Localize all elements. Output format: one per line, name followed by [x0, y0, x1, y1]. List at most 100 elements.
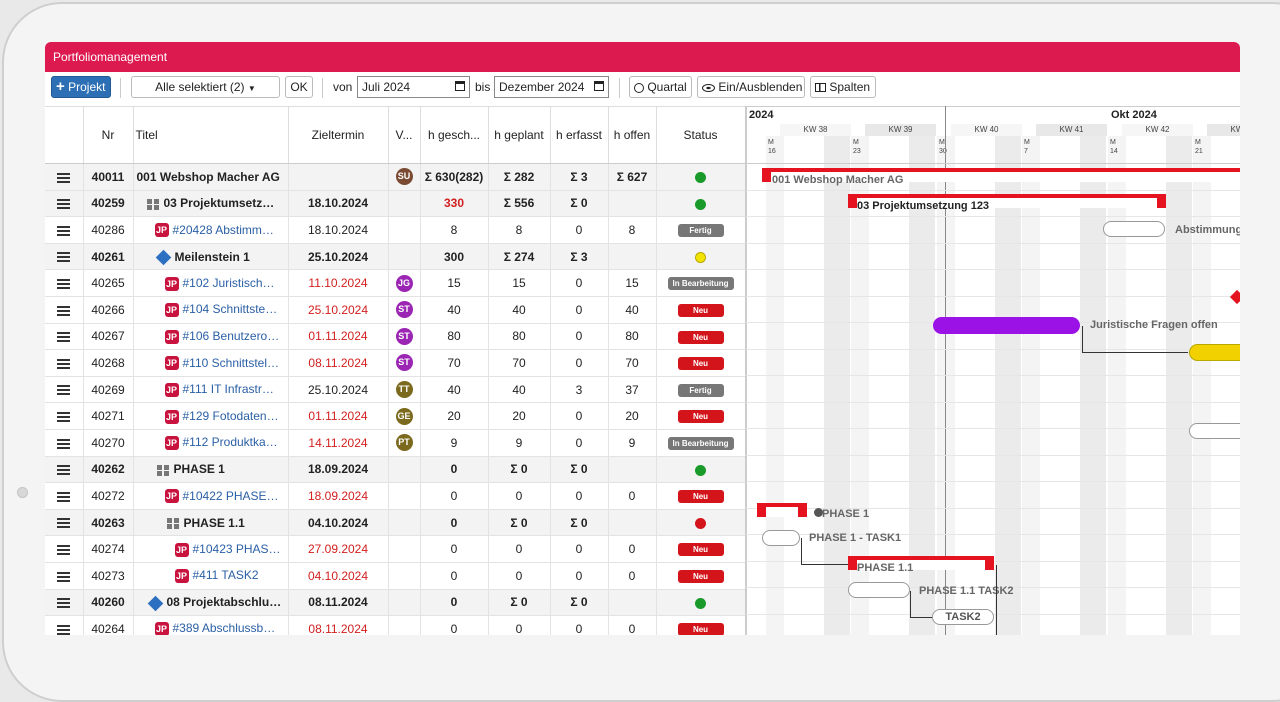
row-title-text[interactable]: #110 Schnittstel…	[183, 356, 280, 370]
row-title-text[interactable]: #102 Juristisch…	[183, 276, 275, 290]
drag-handle-icon[interactable]	[57, 571, 71, 582]
row-title[interactable]: JP #102 Juristisch…	[133, 269, 289, 297]
row-title-text[interactable]: #10423 PHAS…	[193, 542, 281, 556]
drag-handle-icon[interactable]	[57, 385, 71, 396]
row-handle[interactable]	[45, 349, 84, 377]
avatar[interactable]: ST	[395, 301, 413, 319]
col-nr[interactable]: Nr	[83, 106, 134, 164]
row-handle[interactable]	[45, 269, 84, 297]
drag-handle-icon[interactable]	[57, 305, 71, 316]
row-handle[interactable]	[45, 323, 84, 351]
drag-handle-icon[interactable]	[57, 518, 71, 529]
drag-handle-icon[interactable]	[57, 332, 71, 343]
col-due-date[interactable]: Zieltermin	[288, 106, 389, 164]
row-title[interactable]: PHASE 1.1	[133, 509, 289, 537]
row-handle[interactable]	[45, 509, 84, 537]
row-title[interactable]: PHASE 1	[133, 456, 289, 484]
table-row[interactable]: 40261 Meilenstein 1 25.10.2024 300 Σ 274 Σ 3	[45, 243, 745, 271]
table-row[interactable]: 40263 PHASE 1.1 04.10.2024 0 Σ 0Σ 0	[45, 509, 745, 537]
row-handle[interactable]	[45, 190, 84, 218]
row-handle[interactable]	[45, 216, 84, 244]
row-handle[interactable]	[45, 562, 84, 590]
row-title[interactable]: 03 Projektumsetz…	[133, 190, 289, 218]
task-bar-yellow[interactable]	[1189, 344, 1240, 361]
row-handle[interactable]	[45, 243, 84, 271]
row-title-text[interactable]: 03 Projektumsetz…	[164, 196, 275, 210]
table-row[interactable]: 40011 001 Webshop Macher AG SU Σ 630(282) Σ …	[45, 163, 745, 191]
row-handle[interactable]	[45, 615, 84, 635]
row-title-text[interactable]: PHASE 1	[174, 462, 225, 476]
row-title-text[interactable]: #20428 Abstimm…	[173, 223, 274, 237]
col-status[interactable]: Status	[656, 106, 745, 164]
task-bar[interactable]: TASK2	[932, 609, 994, 625]
row-title-text[interactable]: 001 Webshop Macher AG	[137, 170, 280, 184]
row-title-text[interactable]: #104 Schnittste…	[183, 302, 278, 316]
table-row[interactable]: 40272 JP #10422 PHASE… 18.09.2024 0 0 0 0 Neu	[45, 482, 745, 510]
drag-handle-icon[interactable]	[57, 598, 71, 609]
row-title-text[interactable]: #411 TASK2	[193, 568, 259, 582]
row-title[interactable]: Meilenstein 1	[133, 243, 289, 271]
row-handle[interactable]	[45, 456, 84, 484]
row-title-text[interactable]: Meilenstein 1	[175, 250, 250, 264]
avatar[interactable]: GE	[395, 407, 413, 425]
row-title[interactable]: 08 Projektabschlu…	[133, 589, 289, 617]
drag-handle-icon[interactable]	[57, 199, 71, 210]
row-title-text[interactable]: #112 Produktka…	[183, 435, 278, 449]
avatar[interactable]: PT	[395, 434, 413, 452]
drag-handle-icon[interactable]	[57, 358, 71, 369]
row-title[interactable]: JP #411 TASK2	[133, 562, 289, 590]
drag-handle-icon[interactable]	[57, 624, 71, 635]
row-title[interactable]: JP #389 Abschlussb…	[133, 615, 289, 635]
row-handle[interactable]	[45, 402, 84, 430]
table-row[interactable]: 40264 JP #389 Abschlussb… 08.11.2024 0 0 0 0 Neu	[45, 615, 745, 635]
table-row[interactable]: 40268 JP #110 Schnittstel… 08.11.2024 ST 70 70…	[45, 349, 745, 377]
row-title-text[interactable]: PHASE 1.1	[184, 516, 245, 530]
table-row[interactable]: 40262 PHASE 1 18.09.2024 0 Σ 0Σ 0	[45, 456, 745, 484]
table-row[interactable]: 40271 JP #129 Fotodaten… 01.11.2024 GE 20 20 0 2…	[45, 402, 745, 430]
row-title-text[interactable]: #106 Benutzero…	[183, 329, 280, 343]
row-title[interactable]: JP #10423 PHAS…	[133, 535, 289, 563]
row-title-text[interactable]: 08 Projektabschlu…	[167, 595, 282, 609]
table-row[interactable]: 40260 08 Projektabschlu… 08.11.2024 0 Σ 0Σ 0	[45, 589, 745, 617]
row-title-text[interactable]: #129 Fotodaten…	[183, 409, 279, 423]
task-bar[interactable]	[762, 530, 800, 546]
row-handle[interactable]	[45, 482, 84, 510]
task-bar-purple[interactable]	[933, 317, 1080, 334]
col-title[interactable]: Titel	[133, 106, 289, 164]
row-title[interactable]: JP #10422 PHASE…	[133, 482, 289, 510]
col-hours-open[interactable]: h offen	[608, 106, 657, 164]
row-title[interactable]: 001 Webshop Macher AG	[133, 163, 289, 191]
row-title[interactable]: JP #111 IT Infrastr…	[133, 376, 289, 404]
row-handle[interactable]	[45, 429, 84, 457]
row-title[interactable]: JP #104 Schnittste…	[133, 296, 289, 324]
row-handle[interactable]	[45, 296, 84, 324]
task-bar[interactable]	[848, 582, 910, 598]
table-row[interactable]: 40269 JP #111 IT Infrastr… 25.10.2024 TT 40 40…	[45, 376, 745, 404]
drag-handle-icon[interactable]	[57, 465, 71, 476]
drag-handle-icon[interactable]	[57, 279, 71, 289]
col-hours-logged[interactable]: h erfasst	[550, 106, 609, 164]
avatar[interactable]: ST	[395, 327, 413, 345]
drag-handle-icon[interactable]	[57, 252, 71, 263]
drag-handle-icon[interactable]	[57, 438, 71, 449]
selection-dropdown[interactable]: Alle selektiert (2) ▼	[131, 76, 280, 98]
row-title[interactable]: JP #112 Produktka…	[133, 429, 289, 457]
phase-bar[interactable]	[757, 503, 807, 517]
task-bar[interactable]	[1189, 423, 1240, 439]
drag-handle-icon[interactable]	[57, 172, 71, 183]
avatar[interactable]: ST	[395, 354, 413, 372]
row-handle[interactable]	[45, 535, 84, 563]
drag-handle-icon[interactable]	[57, 491, 71, 502]
drag-handle-icon[interactable]	[57, 544, 71, 555]
table-row[interactable]: 40286 JP #20428 Abstimm… 18.10.2024 8 8 0 8 Fert…	[45, 216, 745, 244]
calendar-icon[interactable]	[455, 81, 465, 91]
avatar[interactable]: JG	[395, 274, 413, 292]
row-handle[interactable]	[45, 376, 84, 404]
row-title[interactable]: JP #20428 Abstimm…	[133, 216, 289, 244]
row-title[interactable]: JP #110 Schnittstel…	[133, 349, 289, 377]
ok-button[interactable]: OK	[285, 76, 313, 98]
calendar-icon[interactable]	[594, 81, 604, 91]
milestone-marker[interactable]	[1229, 289, 1240, 305]
row-title-text[interactable]: #389 Abschlussb…	[173, 621, 276, 635]
task-bar[interactable]	[1103, 221, 1165, 237]
